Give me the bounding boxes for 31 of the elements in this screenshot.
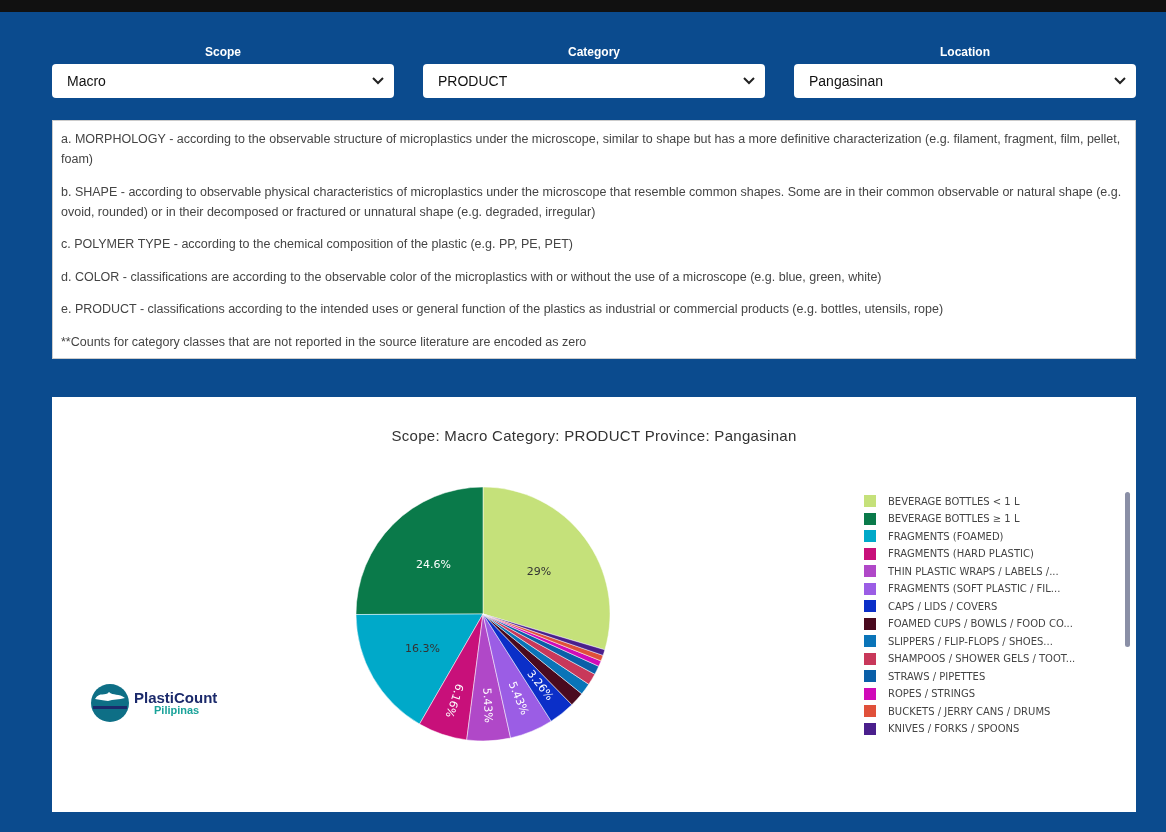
note-text: **Counts for category classes that are not reported in the source literature are encoded as zero xyxy=(61,333,588,351)
legend-label: BEVERAGE BOTTLES ≥ 1 L xyxy=(888,513,1020,525)
logo-name: PlastiCount xyxy=(134,689,218,705)
note-text: b. SHAPE - according to observable physical characteristics of microplastics under the microscope that resemble common shapes. Some are in their common observable or natural shape (e.g. ovoid, rounded) or in their decomposed or fractured or unnatural shape (e.g. degraded, irregular) xyxy=(61,183,1123,221)
legend-label: FRAGMENTS (FOAMED) xyxy=(888,530,1004,542)
legend-label: STRAWS / PIPETTES xyxy=(888,670,986,682)
logo-subtitle: Pilipinas xyxy=(154,704,201,716)
slice-label: 29% xyxy=(526,564,552,578)
filter-label: Category xyxy=(568,45,620,59)
legend-label: FOAMED CUPS / BOWLS / FOOD CO... xyxy=(888,618,1073,630)
slice-label: 6.16% xyxy=(442,681,466,719)
legend-label: SLIPPERS / FLIP-FLOPS / SHOES... xyxy=(888,635,1053,647)
legend-label: FRAGMENTS (SOFT PLASTIC / FIL... xyxy=(888,583,1061,595)
note-text: c. POLYMER TYPE - according to the chemical composition of the plastic (e.g. PP, PE, PET) xyxy=(61,236,575,253)
filter-label: Scope xyxy=(205,45,241,59)
legend-label: FRAGMENTS (HARD PLASTIC) xyxy=(888,548,1034,560)
legend-label: BEVERAGE BOTTLES < 1 L xyxy=(888,495,1020,507)
legend-label: ROPES / STRINGS xyxy=(888,688,976,700)
chart-title: Scope: Macro Category: PRODUCT Province: Pangasinan xyxy=(390,426,798,444)
filter-label: Location xyxy=(940,45,990,59)
note-text: e. PRODUCT - classifications according to the intended uses or general function of the plastics as industrial or commercial products (e.g. bottles, utensils, rope) xyxy=(61,301,945,318)
note-text: a. MORPHOLOGY - according to the observable structure of microplastics under the microscope, similar to shape but has a more definitive characterization (e.g. filament, fragment, film, pellet, foam) xyxy=(61,131,1122,168)
slice-label: 16.3% xyxy=(405,641,441,655)
legend-label: SHAMPOOS / SHOWER GELS / TOOT... xyxy=(888,653,1076,665)
slice-label: 24.6% xyxy=(416,557,451,571)
legend-label: CAPS / LIDS / COVERS xyxy=(888,600,998,612)
legend-label: THIN PLASTIC WRAPS / LABELS /... xyxy=(888,565,1059,577)
note-text: d. COLOR - classifications are according to the observable color of the microplastics with or without the use of a microscope (e.g. blue, green, white) xyxy=(61,268,883,286)
slice-label: 5.43% xyxy=(480,687,495,723)
legend-label: KNIVES / FORKS / SPOONS xyxy=(888,723,1020,735)
legend-label: BUCKETS / JERRY CANS / DRUMS xyxy=(888,705,1051,717)
